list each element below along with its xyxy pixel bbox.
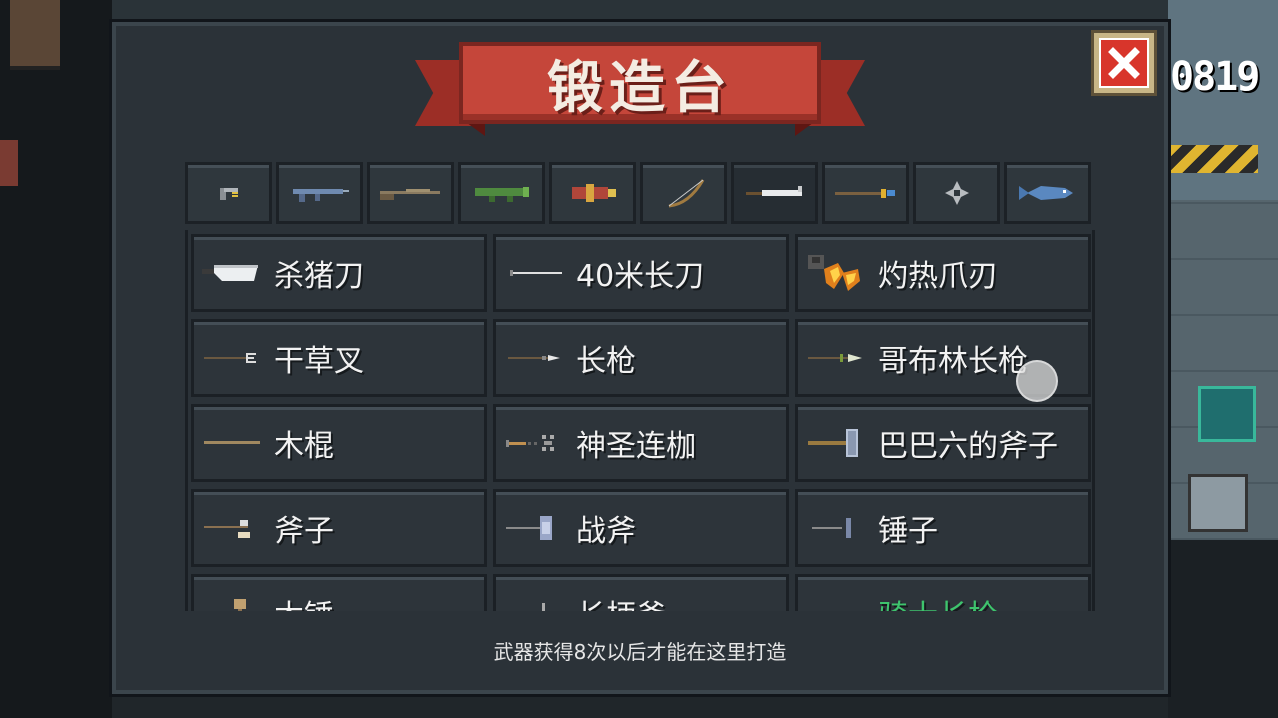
weapon-name: 长柄斧 <box>576 591 666 611</box>
weapon-item-flame-claw[interactable]: 灼热爪刃 <box>795 234 1091 312</box>
close-button-face <box>1099 38 1149 88</box>
goblin-spear-icon <box>808 354 862 362</box>
pistol-icon <box>219 188 238 200</box>
axe-icon <box>204 520 250 538</box>
weapon-name: 木棍 <box>274 429 334 464</box>
weapon-name: 40米长刀 <box>576 259 705 294</box>
fish-icon <box>1018 186 1073 200</box>
player-character-sprite <box>10 0 60 70</box>
page-title: 锻造台 <box>547 55 733 121</box>
tab-pistol[interactable] <box>185 162 272 224</box>
title-banner: 锻造台 <box>415 42 865 142</box>
tab-launcher[interactable] <box>458 162 545 224</box>
launcher-icon <box>474 187 529 202</box>
hammer-icon <box>812 518 851 538</box>
holy-flail-icon <box>506 435 554 451</box>
staff-icon <box>834 189 895 198</box>
cleaver-icon <box>202 265 258 281</box>
weapon-item-long-blade[interactable]: 40米长刀 <box>493 234 789 312</box>
flame-claw-icon <box>808 255 860 291</box>
throwing-star-icon <box>944 181 969 205</box>
weapon-item-halberd[interactable]: 长柄斧 <box>493 574 789 611</box>
weapon-name: 神圣连枷 <box>576 429 696 464</box>
weapon-item-battle-axe[interactable]: 战斧 <box>493 489 789 567</box>
weapon-item-knight-lance[interactable]: 骑士长枪 <box>795 574 1091 611</box>
close-icon <box>1108 47 1140 79</box>
knight-lance-icon <box>804 593 866 611</box>
forge-hint-text: 武器获得8次以后才能在这里打造 <box>493 640 787 664</box>
weapon-item-pitchfork[interactable]: 干草叉 <box>191 319 487 397</box>
hazard-stripe <box>1168 145 1258 173</box>
weapon-name: 骑士长枪 <box>878 591 998 611</box>
enemy-sprite <box>0 140 18 186</box>
tab-throwing-star[interactable] <box>913 162 1000 224</box>
tab-staff[interactable] <box>822 162 909 224</box>
weapon-name: 干草叉 <box>274 344 364 379</box>
tab-fish[interactable] <box>1004 162 1091 224</box>
weapon-name: 灼热爪刃 <box>878 259 998 294</box>
weapon-name: 巴巴六的斧子 <box>878 429 1058 464</box>
background-right-area <box>1168 0 1278 718</box>
banner-body: 锻造台 <box>459 42 821 124</box>
background-dark-floor <box>1168 540 1278 718</box>
weapon-item-hammer[interactable]: 锤子 <box>795 489 1091 567</box>
tab-shotgun[interactable] <box>367 162 454 224</box>
weapon-name: 锤子 <box>878 514 938 549</box>
skill-button[interactable] <box>1198 386 1256 442</box>
background-top-strip <box>112 0 1168 22</box>
weapon-item-spear[interactable]: 长枪 <box>493 319 789 397</box>
assault-rifle-icon <box>292 189 349 202</box>
weapon-name: 哥布林长枪 <box>878 344 1028 379</box>
bow-icon <box>668 179 704 208</box>
wooden-hammer-icon <box>234 599 246 611</box>
barrel-object <box>1188 474 1248 532</box>
melee-blade-icon <box>745 186 802 196</box>
pitchfork-icon <box>204 353 256 363</box>
shotgun-icon <box>379 189 440 200</box>
long-blade-icon <box>510 270 562 276</box>
weapon-name: 斧子 <box>274 514 334 549</box>
wooden-stick-icon <box>204 441 260 444</box>
weapon-name: 杀猪刀 <box>274 259 364 294</box>
background-left-area <box>0 0 112 718</box>
weapon-item-wooden-stick[interactable]: 木棍 <box>191 404 487 482</box>
weapon-list[interactable]: 杀猪刀 40米长刀 灼热爪刃 干草叉 长枪 哥布林长枪 木棍 神圣连枷 巴巴六的… <box>185 230 1095 611</box>
weapon-category-tabs <box>185 162 1095 226</box>
weapon-name: 木锤 <box>274 591 334 611</box>
weapon-item-axe[interactable]: 斧子 <box>191 489 487 567</box>
tab-assault-rifle[interactable] <box>276 162 363 224</box>
baba-axe-icon <box>808 429 858 457</box>
weapon-name: 长枪 <box>576 344 636 379</box>
tab-melee[interactable] <box>731 162 818 224</box>
weapon-item-cleaver[interactable]: 杀猪刀 <box>191 234 487 312</box>
weapon-grid: 杀猪刀 40米长刀 灼热爪刃 干草叉 长枪 哥布林长枪 木棍 神圣连枷 巴巴六的… <box>188 230 1092 611</box>
touch-indicator <box>1016 360 1058 402</box>
spear-icon <box>508 355 560 361</box>
weapon-item-baba-axe[interactable]: 巴巴六的斧子 <box>795 404 1091 482</box>
score-counter: 0819 <box>1170 54 1260 100</box>
tab-explosive[interactable] <box>549 162 636 224</box>
halberd-icon <box>542 603 545 611</box>
explosive-icon <box>571 184 616 202</box>
weapon-item-holy-flail[interactable]: 神圣连枷 <box>493 404 789 482</box>
battle-axe-icon <box>506 516 552 540</box>
weapon-name: 战斧 <box>576 514 636 549</box>
weapon-item-wooden-hammer[interactable]: 木锤 <box>191 574 487 611</box>
tab-bow[interactable] <box>640 162 727 224</box>
close-button[interactable] <box>1091 30 1157 96</box>
